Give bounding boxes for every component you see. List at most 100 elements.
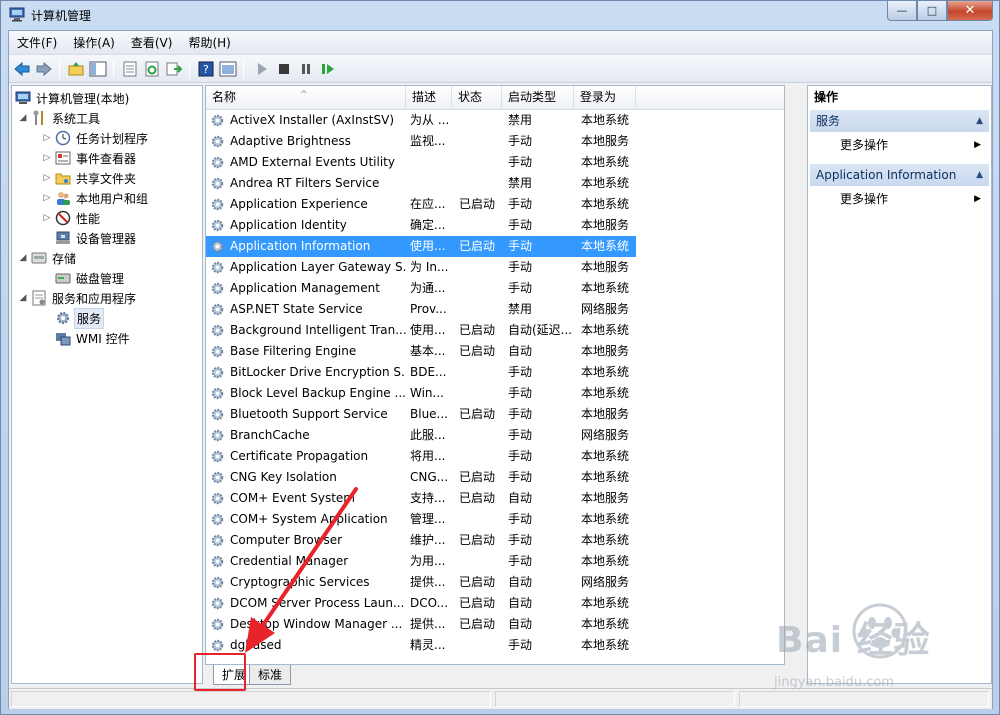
table-row[interactable]: Background Intelligent Tran... 使用... 已启动 自动… [206, 320, 636, 341]
back-icon[interactable] [13, 60, 31, 78]
collapse-up-icon[interactable]: ▲ [976, 164, 983, 186]
tree-item-task-scheduler[interactable]: ▷ 任务计划程序 [42, 128, 150, 148]
cell-status [459, 383, 505, 404]
tree-item-root[interactable]: 计算机管理(本地) [14, 88, 131, 108]
table-row[interactable]: Application Information 使用... 已启动 手动 本地系统 [206, 236, 636, 257]
cell-status: 已启动 [459, 197, 496, 211]
table-row[interactable]: BranchCache 此服... 手动 网络服务 [206, 425, 636, 446]
show-action-pane-icon[interactable] [219, 60, 237, 78]
tree-item-wmi[interactable]: WMI 控件 [54, 328, 132, 348]
tree-item-local-users[interactable]: ▷ 本地用户和组 [42, 188, 150, 208]
table-row[interactable]: Certificate Propagation 将用... 手动 本地系统 [206, 446, 636, 467]
tab-standard[interactable]: 标准 [249, 665, 292, 685]
action-more-actions-app-info[interactable]: 更多操作 ▶ [810, 188, 989, 210]
tree-item-services[interactable]: 服务 [54, 307, 105, 329]
table-row[interactable]: Adaptive Brightness 监视... 手动 本地服务 [206, 131, 636, 152]
column-header-status[interactable]: 状态 [452, 86, 502, 110]
minimize-button[interactable]: — [887, 1, 917, 21]
cell-name: Application Information [230, 239, 371, 253]
cell-description: 为从 ... [410, 113, 450, 127]
title-bar[interactable]: 计算机管理 — □ ✕ [1, 1, 999, 29]
cell-description: 支持... [410, 491, 446, 505]
table-row[interactable]: Application Management 为通... 手动 本地系统 [206, 278, 636, 299]
expanded-arrow-icon[interactable]: ◢ [18, 293, 28, 303]
start-service-icon[interactable] [253, 60, 271, 78]
properties-icon[interactable] [121, 60, 139, 78]
cell-startup-type: 自动(延迟... [508, 323, 573, 337]
cell-status: 已启动 [459, 344, 496, 358]
action-more-actions-services[interactable]: 更多操作 ▶ [810, 134, 989, 156]
expanded-arrow-icon[interactable]: ◢ [18, 113, 28, 123]
table-row[interactable]: Base Filtering Engine 基本... 已启动 自动 本地服务 [206, 341, 636, 362]
table-row[interactable]: Andrea RT Filters Service 禁用 本地系统 [206, 173, 636, 194]
collapsed-arrow-icon[interactable]: ▷ [42, 173, 52, 183]
table-row[interactable]: Block Level Backup Engine ... Win... 手动 本地系… [206, 383, 636, 404]
menu-action[interactable]: 操作(A) [65, 32, 123, 54]
table-row[interactable]: AMD External Events Utility 手动 本地系统 [206, 152, 636, 173]
table-row[interactable]: ActiveX Installer (AxInstSV) 为从 ... 禁用 本地系统 [206, 110, 636, 131]
forward-icon[interactable] [35, 60, 53, 78]
disk-icon [54, 270, 71, 286]
tree-item-storage[interactable]: ◢ 存储 [18, 248, 78, 268]
column-header-name[interactable]: 名称 ^ [206, 86, 406, 110]
table-row[interactable]: Application Experience 在应... 已启动 手动 本地系统 [206, 194, 636, 215]
menu-view[interactable]: 查看(V) [123, 32, 181, 54]
show-hide-tree-icon[interactable] [89, 60, 107, 78]
collapsed-arrow-icon[interactable]: ▷ [42, 133, 52, 143]
cell-name: Base Filtering Engine [230, 344, 357, 358]
cell-description: 管理... [410, 512, 446, 526]
column-header-startup-type[interactable]: 启动类型 [502, 86, 574, 110]
maximize-button[interactable]: □ [917, 1, 947, 21]
cell-startup-type: 手动 [508, 281, 533, 295]
table-row[interactable]: ASP.NET State Service Prov... 禁用 网络服务 [206, 299, 636, 320]
collapsed-arrow-icon[interactable]: ▷ [42, 213, 52, 223]
close-button[interactable]: ✕ [947, 1, 993, 21]
gear-icon [210, 323, 225, 338]
collapsed-arrow-icon[interactable]: ▷ [42, 193, 52, 203]
tree-item-performance[interactable]: ▷ 性能 [42, 208, 102, 228]
export-list-icon[interactable] [165, 60, 183, 78]
cell-status [459, 257, 505, 278]
table-row[interactable]: Application Layer Gateway S... 为 In... 手动 本… [206, 257, 636, 278]
expanded-arrow-icon[interactable]: ◢ [18, 253, 28, 263]
tree-item-device-manager[interactable]: 设备管理器 [54, 228, 138, 248]
tree-item-disk-management[interactable]: 磁盘管理 [54, 268, 126, 288]
tree-item-shared-folders[interactable]: ▷ 共享文件夹 [42, 168, 138, 188]
toolbar-separator [59, 60, 60, 78]
column-header-description[interactable]: 描述 [406, 86, 452, 110]
tree-label-task-scheduler: 任务计划程序 [76, 131, 149, 146]
column-header-log-on-as[interactable]: 登录为 [574, 86, 636, 110]
pause-service-icon[interactable] [297, 60, 315, 78]
collapsed-arrow-icon[interactable]: ▷ [42, 153, 52, 163]
cell-name: Application Experience [230, 197, 368, 211]
up-folder-icon[interactable] [67, 60, 85, 78]
cell-status: 已启动 [459, 575, 496, 589]
gear-icon [210, 239, 225, 254]
help-icon[interactable]: ? [197, 60, 215, 78]
cell-name: Block Level Backup Engine ... [230, 386, 406, 400]
refresh-icon[interactable] [143, 60, 161, 78]
action-section-app-info[interactable]: Application Information ▲ [810, 164, 989, 186]
gear-icon [210, 470, 225, 485]
menu-file[interactable]: 文件(F) [9, 32, 65, 54]
tree-item-event-viewer[interactable]: ▷ 事件查看器 [42, 148, 138, 168]
menu-help[interactable]: 帮助(H) [180, 32, 238, 54]
cell-name: Application Identity [230, 218, 347, 232]
restart-service-icon[interactable] [319, 60, 337, 78]
cell-log-on-as: 本地服务 [581, 260, 630, 274]
gear-icon [210, 449, 225, 464]
stop-service-icon[interactable] [275, 60, 293, 78]
tree-item-system-tools[interactable]: ◢ 系统工具 [18, 108, 102, 128]
collapse-up-icon[interactable]: ▲ [976, 110, 983, 132]
cell-name: Application Layer Gateway S... [230, 260, 406, 274]
action-section-services[interactable]: 服务 ▲ [810, 110, 989, 132]
table-row[interactable]: Application Identity 确定... 手动 本地服务 [206, 215, 636, 236]
cell-startup-type: 自动 [508, 344, 533, 358]
cell-status [459, 551, 505, 572]
tree-item-services-apps[interactable]: ◢ 服务和应用程序 [18, 288, 138, 308]
cell-name: Background Intelligent Tran... [230, 323, 406, 337]
cell-log-on-as: 本地服务 [581, 491, 630, 505]
gear-icon [210, 113, 225, 128]
table-row[interactable]: Bluetooth Support Service Blue... 已启动 手动 本地服… [206, 404, 636, 425]
table-row[interactable]: BitLocker Drive Encryption S... BDE... 手动 本… [206, 362, 636, 383]
